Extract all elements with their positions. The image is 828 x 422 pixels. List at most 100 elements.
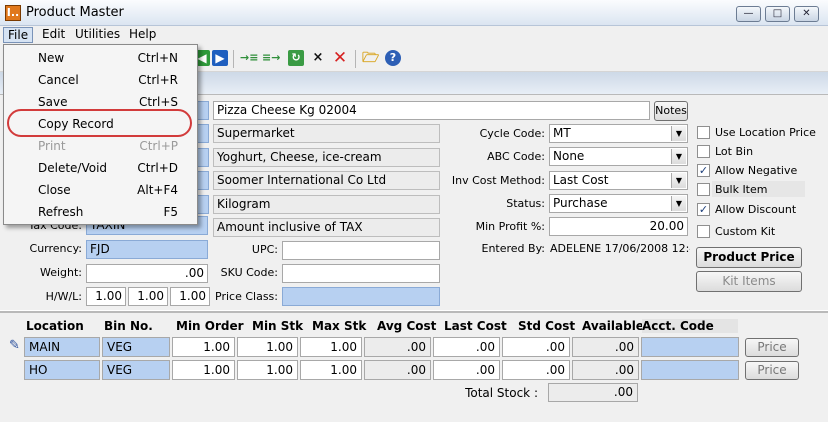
menu-item-label: Delete/Void	[38, 161, 108, 175]
menu-item-label: Print	[38, 139, 66, 153]
kit-items-button[interactable]: Kit Items	[696, 271, 802, 292]
height-field[interactable]: 1.00	[86, 287, 126, 306]
group-field-stub[interactable]	[197, 124, 209, 143]
row2-max-stk[interactable]: 1.00	[300, 360, 362, 380]
allow-discount-checkbox[interactable]: ✓	[697, 203, 710, 216]
row1-price-button[interactable]: Price	[745, 338, 799, 357]
row2-price-button[interactable]: Price	[745, 361, 799, 380]
menu-item-close[interactable]: Close Alt+F4	[5, 179, 196, 201]
allow-negative-label: Allow Negative	[715, 164, 798, 177]
supplier-field[interactable]: Soomer International Co Ltd	[213, 171, 440, 190]
status-label: Status:	[506, 197, 545, 210]
refresh-icon[interactable]: ↻	[288, 50, 304, 66]
unit-field-stub[interactable]	[197, 195, 209, 214]
folder-icon[interactable]: 🗁	[362, 50, 379, 66]
notes-button[interactable]: Notes	[654, 101, 688, 121]
minimize-button[interactable]: —	[736, 6, 761, 22]
inv-cost-value: Last Cost	[553, 173, 609, 187]
menu-item-label: Close	[38, 183, 71, 197]
row2-min-stk[interactable]: 1.00	[237, 360, 298, 380]
menu-item-refresh[interactable]: Refresh F5	[5, 201, 196, 223]
min-profit-field[interactable]: 20.00	[549, 217, 688, 236]
menu-edit[interactable]: Edit	[38, 27, 69, 43]
menu-item-label: Cancel	[38, 73, 79, 87]
allow-negative-checkbox[interactable]: ✓	[697, 164, 710, 177]
supplier-group-field[interactable]: Supermarket	[213, 124, 440, 143]
col-min-stk: Min Stk	[252, 319, 304, 333]
pencil-icon: ✎	[9, 338, 20, 353]
row2-last-cost[interactable]: .00	[433, 360, 500, 380]
row1-acct-code[interactable]	[641, 337, 739, 357]
chevron-down-icon[interactable]: ▼	[671, 149, 686, 164]
upc-field[interactable]	[282, 241, 440, 260]
width-field[interactable]: 1.00	[128, 287, 168, 306]
upc-label: UPC:	[251, 243, 278, 256]
status-value: Purchase	[553, 196, 608, 210]
price-class-field[interactable]	[282, 287, 440, 306]
menu-item-print[interactable]: Print Ctrl+P	[5, 135, 196, 157]
description-field[interactable]: Pizza Cheese Kg 02004	[213, 101, 650, 120]
maximize-button[interactable]: □	[765, 6, 790, 22]
total-stock-label: Total Stock :	[465, 386, 538, 400]
close-window-button[interactable]: ✕	[794, 6, 819, 22]
delete-red-x-icon[interactable]: ✕	[332, 50, 348, 67]
stop-icon[interactable]: ▶	[212, 50, 228, 66]
toolbar-separator	[233, 50, 234, 68]
row2-std-cost[interactable]: .00	[502, 360, 570, 380]
row2-acct-code[interactable]	[641, 360, 739, 380]
menu-item-cancel[interactable]: Cancel Ctrl+R	[5, 69, 196, 91]
category-field-stub[interactable]	[197, 148, 209, 167]
custom-kit-label: Custom Kit	[715, 225, 776, 238]
menu-help[interactable]: Help	[125, 27, 160, 43]
unit-field[interactable]: Kilogram	[213, 195, 440, 214]
row1-max-stk[interactable]: 1.00	[300, 337, 362, 357]
chevron-down-icon[interactable]: ▼	[671, 196, 686, 211]
indent-out-icon[interactable]: ≡→	[262, 50, 280, 66]
custom-kit-checkbox[interactable]	[697, 225, 710, 238]
row1-location[interactable]: MAIN	[24, 337, 100, 357]
inv-cost-select[interactable]: Last Cost ▼	[549, 171, 688, 190]
bulk-item-checkbox[interactable]	[697, 183, 710, 196]
close-x-icon[interactable]: ×	[310, 50, 326, 66]
row2-min-order[interactable]: 1.00	[172, 360, 235, 380]
menu-utilities[interactable]: Utilities	[71, 27, 124, 43]
currency-field[interactable]: FJD	[86, 240, 208, 259]
col-last-cost: Last Cost	[444, 319, 507, 333]
menu-item-label: Refresh	[38, 205, 84, 219]
min-profit-label: Min Profit %:	[475, 220, 545, 233]
lot-bin-label: Lot Bin	[715, 145, 754, 158]
product-price-button[interactable]: Product Price	[696, 247, 802, 268]
row2-available: .00	[572, 360, 639, 380]
cycle-code-select[interactable]: MT ▼	[549, 124, 688, 143]
length-field[interactable]: 1.00	[170, 287, 210, 306]
row1-last-cost[interactable]: .00	[433, 337, 500, 357]
menu-item-shortcut: Ctrl+N	[137, 51, 178, 65]
menu-item-new[interactable]: New Ctrl+N	[5, 47, 196, 69]
abc-code-select[interactable]: None ▼	[549, 147, 688, 166]
row1-bin[interactable]: VEG	[102, 337, 170, 357]
supplier-field-stub[interactable]	[197, 171, 209, 190]
row2-bin[interactable]: VEG	[102, 360, 170, 380]
indent-in-icon[interactable]: →≡	[240, 50, 258, 66]
help-icon[interactable]: ?	[385, 50, 401, 66]
title-bar: I.. Product Master — □ ✕	[0, 0, 828, 26]
use-location-price-checkbox[interactable]	[697, 126, 710, 139]
chevron-down-icon[interactable]: ▼	[671, 126, 686, 141]
weight-field[interactable]: .00	[86, 264, 208, 283]
lot-bin-checkbox[interactable]	[697, 145, 710, 158]
category-field[interactable]: Yoghurt, Cheese, ice-cream	[213, 148, 440, 167]
menu-item-label: New	[38, 51, 65, 65]
code-field-stub[interactable]	[197, 101, 209, 120]
menu-item-delete-void[interactable]: Delete/Void Ctrl+D	[5, 157, 196, 179]
menu-file[interactable]: File	[3, 27, 34, 43]
row2-location[interactable]: HO	[24, 360, 100, 380]
row1-std-cost[interactable]: .00	[502, 337, 570, 357]
sku-field[interactable]	[282, 264, 440, 283]
col-available: Available	[582, 319, 644, 333]
row1-min-stk[interactable]: 1.00	[237, 337, 298, 357]
chevron-down-icon[interactable]: ▼	[671, 173, 686, 188]
tax-description-field[interactable]: Amount inclusive of TAX	[213, 218, 440, 237]
row1-min-order[interactable]: 1.00	[172, 337, 235, 357]
use-location-price-label: Use Location Price	[715, 126, 816, 139]
status-select[interactable]: Purchase ▼	[549, 194, 688, 213]
